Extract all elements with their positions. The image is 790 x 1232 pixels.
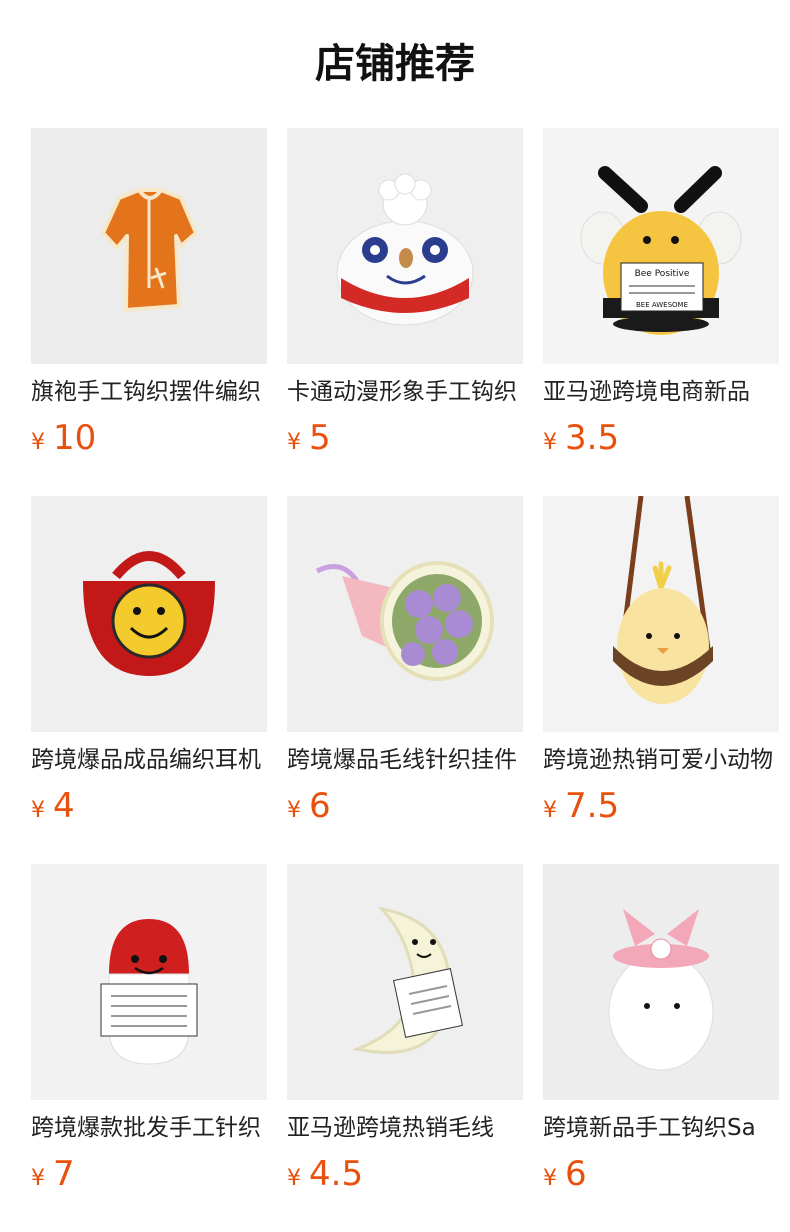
product-price: ¥6 xyxy=(543,1152,779,1196)
product-grid: 旗袍手工钩织摆件编织 ¥10 卡通动漫形象手工钩织 ¥ 5 Bee Positi… xyxy=(31,128,779,1194)
product-price: ¥3.5 xyxy=(543,416,779,460)
currency-symbol: ¥ xyxy=(287,430,301,455)
product-image[interactable] xyxy=(31,128,267,364)
product-name[interactable]: 亚马逊跨境热销毛线 xyxy=(287,1112,523,1144)
chick-swing-image xyxy=(543,496,779,732)
product-card[interactable]: 旗袍手工钩织摆件编织 ¥10 xyxy=(31,128,267,458)
product-name[interactable]: 卡通动漫形象手工钩织 xyxy=(287,376,523,408)
price-value: 7.5 xyxy=(565,786,620,826)
currency-symbol: ¥ xyxy=(543,798,557,823)
product-name[interactable]: 旗袍手工钩织摆件编织 xyxy=(31,376,267,408)
price-value: 10 xyxy=(53,418,97,458)
svg-text:BEE AWESOME: BEE AWESOME xyxy=(636,301,688,309)
product-card[interactable]: 跨境爆品成品编织耳机 ¥4 xyxy=(31,496,267,826)
bee-positive-image: Bee Positive BEE AWESOME xyxy=(543,128,779,364)
product-image[interactable] xyxy=(287,496,523,732)
clown-doll-image xyxy=(287,128,523,364)
chill-pill-image xyxy=(31,864,267,1100)
orange-qipao-image xyxy=(31,128,267,364)
svg-text:Bee Positive: Bee Positive xyxy=(635,269,690,279)
product-card[interactable]: 卡通动漫形象手工钩织 ¥5 xyxy=(287,128,523,458)
page-title: 店铺推荐 xyxy=(315,41,475,87)
price-value: 5 xyxy=(309,418,331,458)
product-card[interactable]: Bee Positive BEE AWESOME 亚马逊跨境电商新品 ¥3.5 xyxy=(543,128,779,458)
product-image[interactable] xyxy=(31,864,267,1100)
currency-symbol: ¥ xyxy=(31,1166,45,1191)
product-price: ¥5 xyxy=(287,416,523,460)
product-price: ¥4 xyxy=(31,784,267,828)
product-card[interactable]: 跨境爆款批发手工针织 ¥7 xyxy=(31,864,267,1194)
product-name[interactable]: 跨境逊热销可爱小动物 xyxy=(543,744,779,776)
product-name[interactable]: 跨境新品手工钩织Sa xyxy=(543,1112,779,1144)
smiley-bag-image xyxy=(31,496,267,732)
currency-symbol: ¥ xyxy=(543,430,557,455)
price-value: 7 xyxy=(53,1154,75,1194)
product-name[interactable]: 跨境爆品成品编织耳机 xyxy=(31,744,267,776)
product-name[interactable]: 跨境爆品毛线针织挂件 xyxy=(287,744,523,776)
product-card[interactable]: 跨境爆品毛线针织挂件 ¥6 xyxy=(287,496,523,826)
product-name[interactable]: 亚马逊跨境电商新品 xyxy=(543,376,779,408)
price-value: 3.5 xyxy=(565,418,620,458)
currency-symbol: ¥ xyxy=(31,430,45,455)
currency-symbol: ¥ xyxy=(287,1166,301,1191)
price-value: 4.5 xyxy=(309,1154,364,1194)
moon-doll-image xyxy=(287,864,523,1100)
bunny-egg-image xyxy=(543,864,779,1100)
product-price: ¥6 xyxy=(287,784,523,828)
flower-bouquet-image xyxy=(287,496,523,732)
product-image[interactable] xyxy=(287,128,523,364)
price-value: 6 xyxy=(565,1154,587,1194)
price-value: 4 xyxy=(53,786,75,826)
product-image[interactable]: Bee Positive BEE AWESOME xyxy=(543,128,779,364)
product-price: ¥7.5 xyxy=(543,784,779,828)
product-price: ¥7 xyxy=(31,1152,267,1196)
product-price: ¥4.5 xyxy=(287,1152,523,1196)
product-image[interactable] xyxy=(287,864,523,1100)
product-card[interactable]: 跨境逊热销可爱小动物 ¥7.5 xyxy=(543,496,779,826)
product-card[interactable]: 亚马逊跨境热销毛线 ¥4.5 xyxy=(287,864,523,1194)
price-value: 6 xyxy=(309,786,331,826)
currency-symbol: ¥ xyxy=(287,798,301,823)
currency-symbol: ¥ xyxy=(543,1166,557,1191)
product-card[interactable]: 跨境新品手工钩织Sa ¥6 xyxy=(543,864,779,1194)
product-name[interactable]: 跨境爆款批发手工针织 xyxy=(31,1112,267,1144)
product-price: ¥10 xyxy=(31,416,267,460)
currency-symbol: ¥ xyxy=(31,798,45,823)
product-image[interactable] xyxy=(543,496,779,732)
product-image[interactable] xyxy=(31,496,267,732)
product-image[interactable] xyxy=(543,864,779,1100)
